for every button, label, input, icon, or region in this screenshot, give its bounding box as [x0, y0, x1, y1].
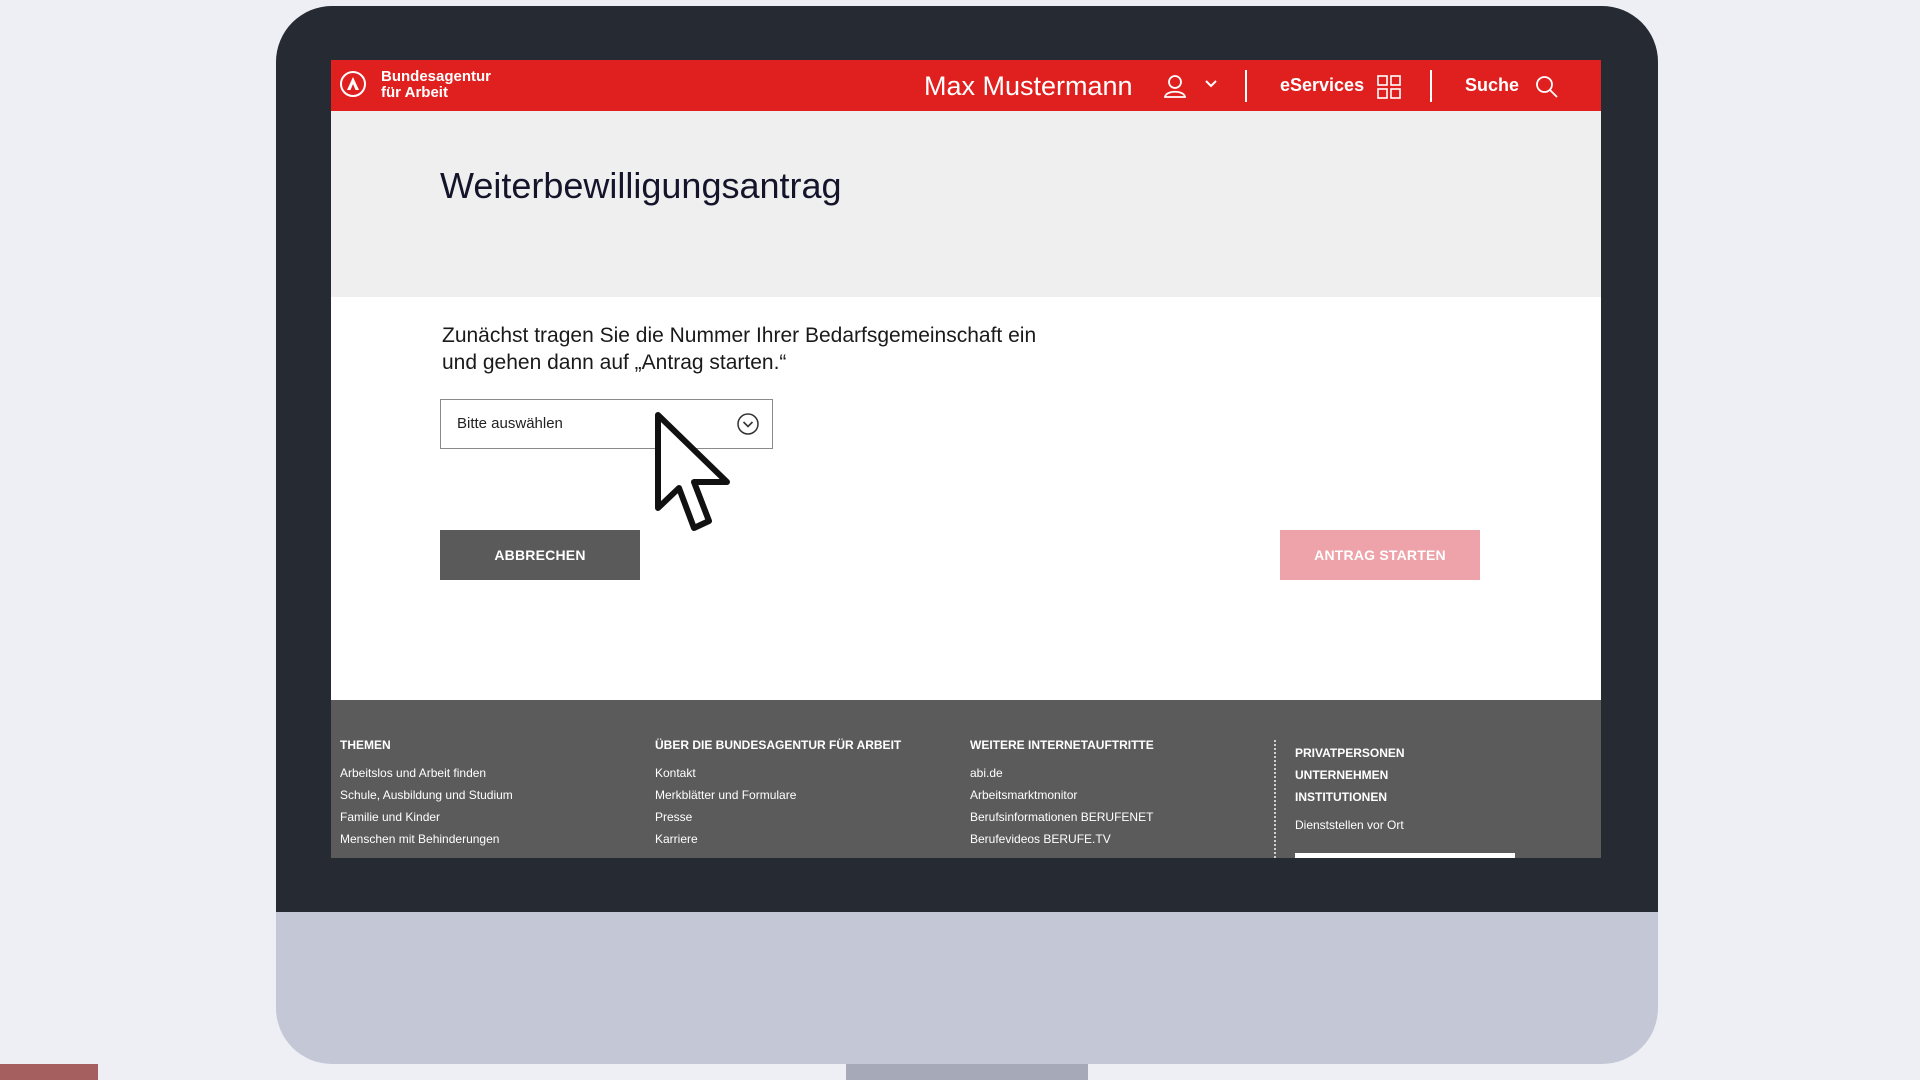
footer-link-institutions[interactable]: INSTITUTIONEN: [1295, 786, 1405, 808]
logo-icon[interactable]: [340, 71, 366, 97]
header-divider: [1245, 70, 1247, 102]
footer-link[interactable]: abi.de: [970, 762, 1154, 784]
footer-column-themes: THEMEN Arbeitslos und Arbeit finden Schu…: [340, 738, 513, 850]
footer-link[interactable]: Kontakt: [655, 762, 901, 784]
instructions-line-2: und gehen dann auf „Antrag starten.“: [442, 351, 787, 374]
footer-link[interactable]: Berufevideos BERUFE.TV: [970, 828, 1154, 850]
site-header: Bundesagentur für Arbeit Max Mustermann …: [331, 60, 1601, 111]
footer-column-about: ÜBER DIE BUNDESAGENTUR FÜR ARBEIT Kontak…: [655, 738, 901, 850]
select-value: Bitte auswählen: [457, 415, 563, 432]
footer-link-companies[interactable]: UNTERNEHMEN: [1295, 764, 1405, 786]
instructions-line-1: Zunächst tragen Sie die Nummer Ihrer Bed…: [442, 324, 1037, 347]
logo-line-2: für Arbeit: [381, 84, 448, 101]
footer-link[interactable]: Karriere: [655, 828, 901, 850]
user-name[interactable]: Max Mustermann: [924, 71, 1133, 101]
instructions-text: Zunächst tragen Sie die Nummer Ihrer Bed…: [442, 322, 1202, 376]
select-chevron-icon[interactable]: [736, 412, 760, 436]
grid-icon[interactable]: [1377, 75, 1401, 99]
header-divider: [1430, 70, 1432, 102]
footer-link[interactable]: Berufsinformationen BERUFENET: [970, 806, 1154, 828]
chevron-down-icon[interactable]: [1204, 79, 1218, 89]
site-footer: THEMEN Arbeitslos und Arbeit finden Schu…: [331, 700, 1601, 858]
footer-link[interactable]: Schule, Ausbildung und Studium: [340, 784, 513, 806]
start-application-button[interactable]: ANTRAG STARTEN: [1280, 530, 1480, 580]
footer-audience-links: PRIVATPERSONEN UNTERNEHMEN INSTITUTIONEN: [1295, 742, 1405, 808]
local-offices-input[interactable]: [1295, 853, 1515, 858]
footer-link[interactable]: Merkblätter und Formulare: [655, 784, 901, 806]
footer-link[interactable]: Arbeitslos und Arbeit finden: [340, 762, 513, 784]
logo-wordmark[interactable]: Bundesagentur für Arbeit: [381, 69, 491, 101]
footer-link[interactable]: Presse: [655, 806, 901, 828]
footer-heading: THEMEN: [340, 738, 391, 752]
footer-link[interactable]: Menschen mit Behinderungen: [340, 828, 513, 850]
local-offices-label: Dienststellen vor Ort: [1295, 818, 1404, 832]
search-link[interactable]: Suche: [1465, 75, 1519, 96]
corner-overlay: [0, 1064, 98, 1080]
monitor-stand: [846, 1064, 1088, 1080]
footer-divider: [1274, 740, 1276, 858]
footer-link-private[interactable]: PRIVATPERSONEN: [1295, 742, 1405, 764]
footer-link[interactable]: Arbeitsmarktmonitor: [970, 784, 1154, 806]
page-title: Weiterbewilligungsantrag: [440, 165, 842, 206]
eservices-link[interactable]: eServices: [1280, 75, 1364, 96]
footer-column-other-sites: WEITERE INTERNETAUFTRITTE abi.de Arbeits…: [970, 738, 1154, 850]
user-icon[interactable]: [1162, 73, 1188, 99]
browser-screen: Bundesagentur für Arbeit Max Mustermann …: [331, 60, 1601, 858]
footer-link[interactable]: Familie und Kinder: [340, 806, 513, 828]
cancel-button[interactable]: ABBRECHEN: [440, 530, 640, 580]
search-icon[interactable]: [1535, 75, 1559, 99]
footer-heading: WEITERE INTERNETAUFTRITTE: [970, 738, 1154, 752]
logo-line-1: Bundesagentur: [381, 68, 492, 85]
mouse-cursor-icon: [655, 412, 730, 531]
footer-heading: ÜBER DIE BUNDESAGENTUR FÜR ARBEIT: [655, 738, 902, 752]
